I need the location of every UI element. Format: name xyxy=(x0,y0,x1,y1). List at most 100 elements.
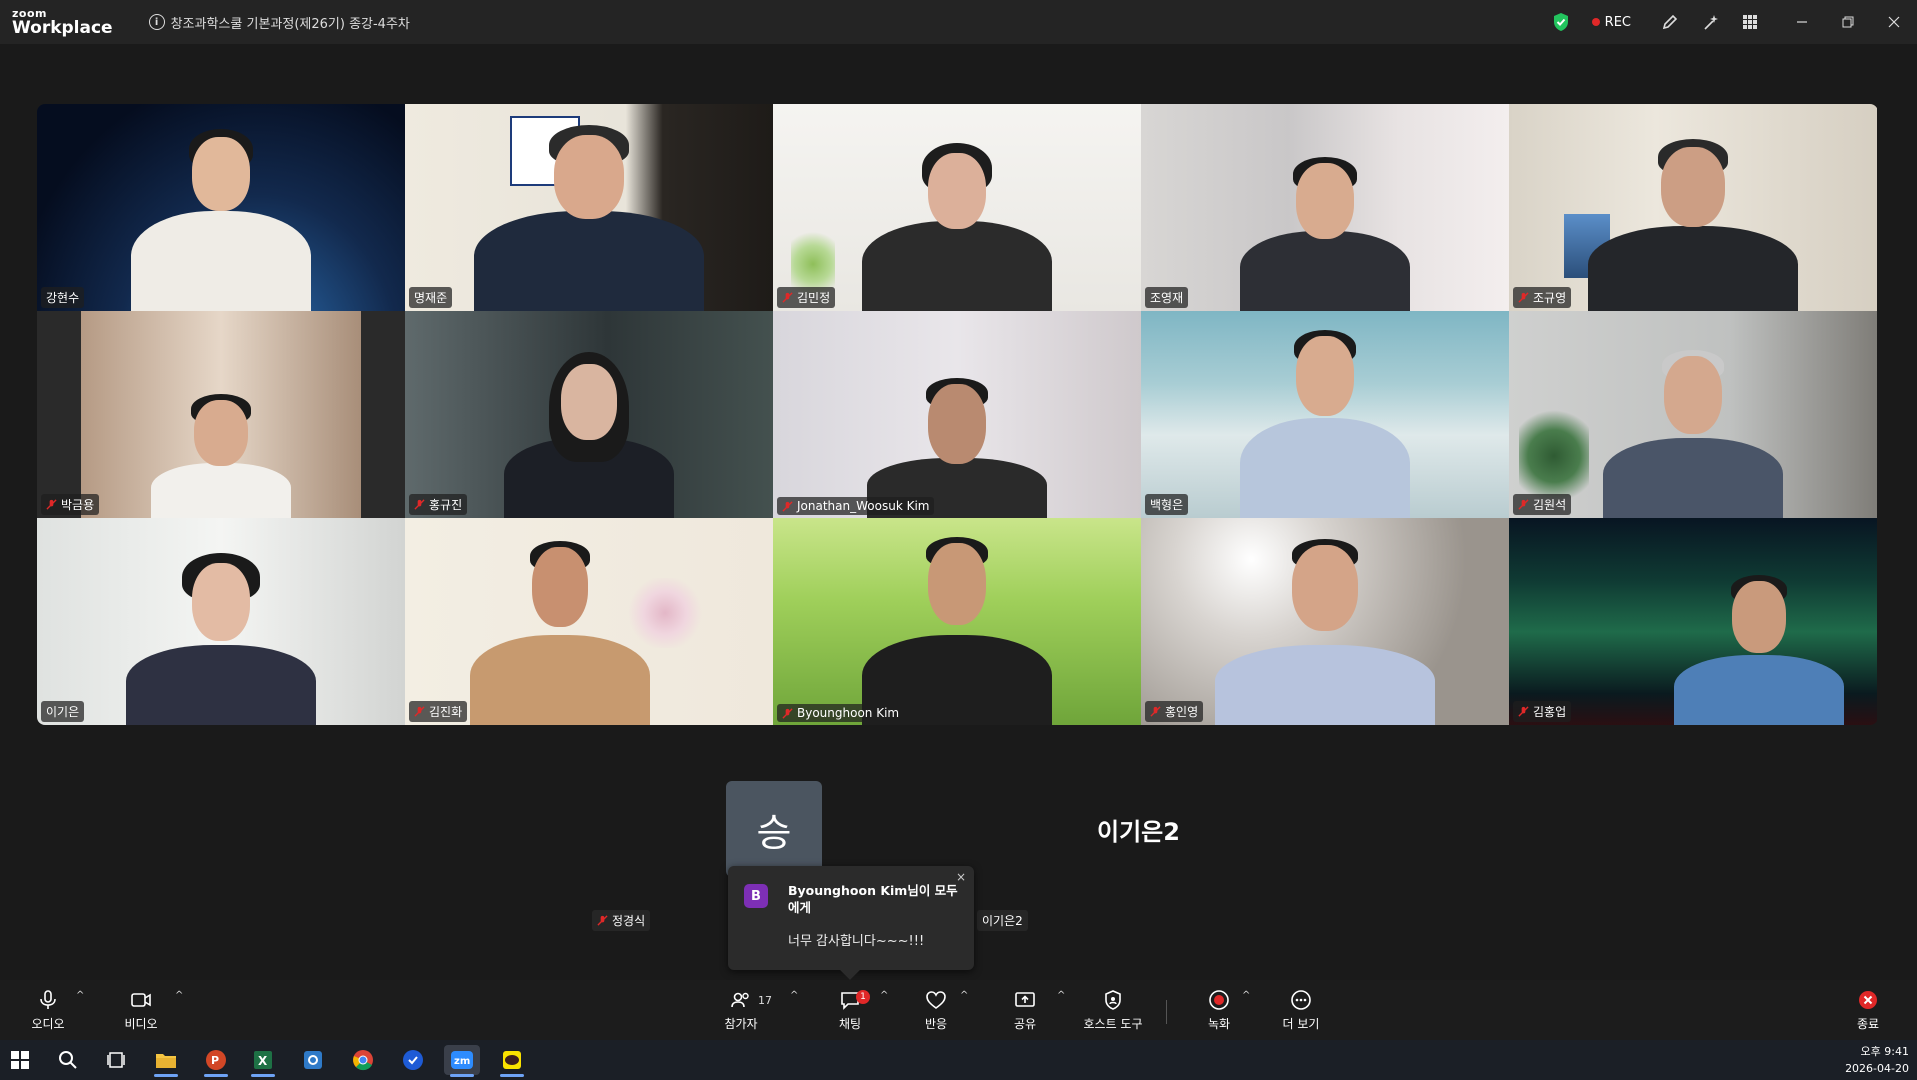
video-tile[interactable]: 홍규진 xyxy=(405,311,773,518)
close-window-button[interactable] xyxy=(1871,0,1917,44)
active-indicator xyxy=(450,1074,474,1077)
reactions-button[interactable]: 반응 xyxy=(916,980,956,1040)
system-clock[interactable]: 오후 9:41 2026-04-20 xyxy=(1845,1043,1909,1077)
windows-start-icon[interactable] xyxy=(2,1045,38,1075)
svg-text:zm: zm xyxy=(454,1056,470,1067)
video-tile[interactable]: Byounghoon Kim xyxy=(773,518,1141,725)
task-view-icon[interactable] xyxy=(98,1045,134,1075)
video-tile[interactable]: 조영재 xyxy=(1141,104,1509,311)
participants-button[interactable]: 참가자 xyxy=(720,980,762,1040)
host-tools-label: 호스트 도구 xyxy=(1083,1017,1143,1031)
mic-muted-icon xyxy=(597,915,608,926)
chrome-icon[interactable] xyxy=(345,1045,381,1075)
video-tile[interactable]: 이기은 xyxy=(37,518,405,725)
participant-name: 홍인영 xyxy=(1165,705,1199,719)
participant-name: 조규영 xyxy=(1533,291,1567,305)
chat-sender: Byounghoon Kim님이 모두에게 xyxy=(788,883,958,915)
video-tile[interactable]: 조규영 xyxy=(1509,104,1877,311)
share-button[interactable]: 공유 xyxy=(1005,980,1045,1040)
video-options-caret-icon[interactable]: ^ xyxy=(175,990,183,1001)
more-label: 더 보기 xyxy=(1282,1017,1320,1031)
video-gallery: 강현수 명재준 김민정 조영재 조규영 박금용 홍규진 Jonathan_Woo… xyxy=(37,104,1878,725)
participant-name-tag: Jonathan_Woosuk Kim xyxy=(777,497,935,515)
participant-name-tag: 정경식 xyxy=(592,910,651,931)
host-shield-icon xyxy=(1105,990,1121,1010)
video-tile[interactable]: 강현수 xyxy=(37,104,405,311)
audio-label: 오디오 xyxy=(31,1017,65,1031)
ai-companion-icon[interactable] xyxy=(1699,11,1721,33)
share-options-caret-icon[interactable]: ^ xyxy=(1057,990,1065,1001)
audio-button[interactable]: 오디오 xyxy=(28,980,68,1040)
more-button[interactable]: 더 보기 xyxy=(1281,980,1321,1040)
end-meeting-button[interactable]: 종료 xyxy=(1850,980,1886,1040)
participants-label: 참가자 xyxy=(724,1017,758,1031)
annotate-pen-icon[interactable] xyxy=(1659,11,1681,33)
video-tile[interactable]: Jonathan_Woosuk Kim xyxy=(773,311,1141,518)
chat-notification[interactable]: B Byounghoon Kim님이 모두에게 너무 감사합니다~~~!!! × xyxy=(728,866,974,980)
reactions-options-caret-icon[interactable]: ^ xyxy=(960,990,968,1001)
participant-name: 명재준 xyxy=(414,291,448,305)
mic-muted-icon xyxy=(782,707,793,719)
search-icon[interactable] xyxy=(50,1045,86,1075)
active-indicator xyxy=(154,1074,178,1077)
close-icon[interactable]: × xyxy=(956,870,966,884)
rec-dot-icon xyxy=(1591,18,1600,26)
video-tile-active-speaker[interactable]: 백형은 xyxy=(1141,311,1509,518)
more-dots-icon xyxy=(1291,990,1311,1010)
host-tools-button[interactable]: 호스트 도구 xyxy=(1078,980,1148,1040)
zoom-taskbar-icon[interactable]: zm xyxy=(444,1045,480,1077)
video-tile[interactable]: 명재준 xyxy=(405,104,773,311)
meeting-info[interactable]: i 창조과학스쿨 기본과정(제26기) 종강-4주차 xyxy=(148,13,410,32)
meeting-title: 창조과학스쿨 기본과정(제26기) 종강-4주차 xyxy=(170,16,410,32)
video-tile[interactable]: 박금용 xyxy=(37,311,405,518)
file-explorer-icon[interactable] xyxy=(148,1045,184,1077)
participant-name: 김민정 xyxy=(797,291,831,305)
chat-options-caret-icon[interactable]: ^ xyxy=(880,990,888,1001)
video-camera-icon xyxy=(131,993,151,1007)
close-icon xyxy=(1888,16,1900,28)
mic-muted-icon xyxy=(1150,706,1161,717)
video-tile[interactable]: 김진화 xyxy=(405,518,773,725)
kakaotalk-icon[interactable] xyxy=(494,1045,530,1077)
apps-grid-icon[interactable] xyxy=(1739,11,1761,33)
clock-date: 2026-04-20 xyxy=(1845,1062,1909,1075)
excel-icon[interactable]: X xyxy=(245,1045,281,1077)
info-icon[interactable]: i xyxy=(148,14,165,30)
minimize-button[interactable] xyxy=(1779,0,1825,44)
mic-muted-icon xyxy=(414,499,425,510)
heart-icon xyxy=(926,991,946,1009)
rec-label: REC xyxy=(1604,14,1631,30)
windows-taskbar: P X zm 오후 9:41 2026-04-20 xyxy=(0,1040,1917,1080)
video-tile[interactable]: 김원석 xyxy=(1509,311,1877,518)
video-tile[interactable]: 김민정 xyxy=(773,104,1141,311)
video-tile[interactable]: 홍인영 xyxy=(1141,518,1509,725)
participant-name: 조영재 xyxy=(1150,291,1184,305)
participant-name: 강현수 xyxy=(46,291,80,305)
active-indicator xyxy=(204,1074,228,1077)
chat-button[interactable]: 채팅 xyxy=(830,980,870,1040)
participant-name-tag: 명재준 xyxy=(409,287,453,308)
active-indicator xyxy=(500,1074,524,1077)
recording-indicator[interactable]: REC xyxy=(1591,14,1631,30)
record-icon xyxy=(1209,990,1229,1010)
hangul-word-icon[interactable] xyxy=(295,1045,331,1075)
participant-name: 이기은2 xyxy=(982,914,1023,928)
video-button[interactable]: 비디오 xyxy=(121,980,161,1040)
participant-name: 정경식 xyxy=(612,914,646,928)
participant-name-large: 이기은2 xyxy=(1097,818,1180,846)
shield-icon[interactable] xyxy=(1552,12,1570,32)
participants-options-caret-icon[interactable]: ^ xyxy=(790,990,798,1001)
restore-button[interactable] xyxy=(1825,0,1871,44)
video-tile[interactable]: 김홍업 xyxy=(1509,518,1877,725)
mic-muted-icon xyxy=(782,500,793,512)
participant-avatar[interactable]: 승 xyxy=(726,781,822,877)
pinned-app-icon[interactable] xyxy=(395,1045,431,1075)
record-options-caret-icon[interactable]: ^ xyxy=(1242,990,1250,1001)
participant-name-tag: 이기은2 xyxy=(977,910,1028,931)
participant-name: Jonathan_Woosuk Kim xyxy=(797,499,930,513)
video-label: 비디오 xyxy=(124,1017,158,1031)
participant-name: 김홍업 xyxy=(1533,705,1567,719)
audio-options-caret-icon[interactable]: ^ xyxy=(76,990,84,1001)
record-button[interactable]: 녹화 xyxy=(1199,980,1239,1040)
powerpoint-icon[interactable]: P xyxy=(198,1045,234,1077)
